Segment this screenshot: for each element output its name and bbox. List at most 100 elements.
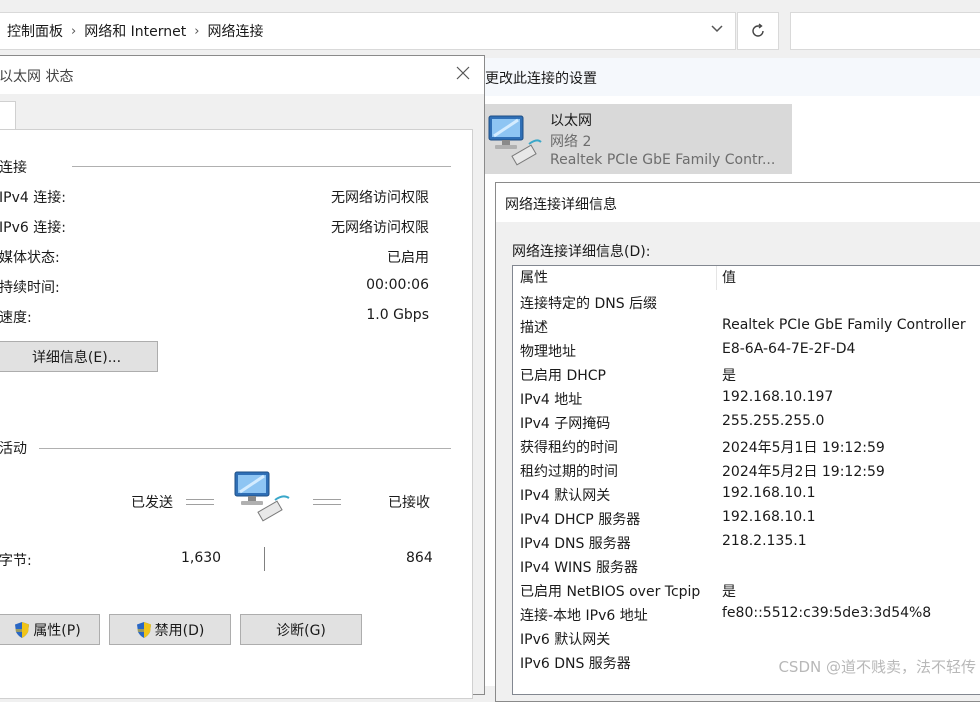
row-value: 218.2.135.1 xyxy=(722,533,807,549)
column-header-property[interactable]: 属性 xyxy=(520,266,548,290)
row-property: 已启用 NetBIOS over Tcpip xyxy=(520,584,701,600)
ethernet-status-dialog: 以太网 状态 连接 IPv4 连接: 无网络访问权限 IPv6 连接: 无网络访… xyxy=(0,55,485,699)
shield-icon xyxy=(15,621,30,638)
dialog-titlebar: 以太网 状态 xyxy=(0,56,484,94)
adapter-device: Realtek PCIe GbE Family Contr... xyxy=(550,152,776,168)
ipv4-connectivity-label: IPv4 连接: xyxy=(0,190,66,206)
breadcrumb-network-connections[interactable]: 网络连接 xyxy=(201,21,269,41)
row-property: IPv6 DNS 服务器 xyxy=(520,656,631,672)
row-value: 192.168.10.1 xyxy=(722,485,816,501)
adapter-name: 以太网 xyxy=(550,113,592,129)
table-row[interactable]: 已启用 DHCP 是 xyxy=(513,362,980,386)
table-row[interactable]: IPv6 默认网关 xyxy=(513,626,980,650)
table-row[interactable]: 已启用 NetBIOS over Tcpip 是 xyxy=(513,578,980,602)
breadcrumb-control-panel[interactable]: 控制面板 xyxy=(0,21,69,41)
table-row[interactable]: IPv4 子网掩码 255.255.255.0 xyxy=(513,410,980,434)
activity-group-title: 活动 xyxy=(0,441,27,457)
column-divider[interactable] xyxy=(716,266,717,290)
disable-button-label: 禁用(D) xyxy=(154,622,205,639)
close-icon[interactable] xyxy=(456,64,470,85)
disable-button[interactable]: 禁用(D) xyxy=(109,614,231,645)
network-adapter-icon xyxy=(488,115,542,166)
ipv4-connectivity-value: 无网络访问权限 xyxy=(331,190,429,206)
refresh-icon xyxy=(752,23,764,37)
tab-general[interactable] xyxy=(0,101,16,131)
media-state-label: 媒体状态: xyxy=(0,250,60,266)
table-row[interactable]: IPv4 默认网关 192.168.10.1 xyxy=(513,482,980,506)
table-row[interactable]: IPv4 DHCP 服务器 192.168.10.1 xyxy=(513,506,980,530)
search-input[interactable] xyxy=(790,12,980,50)
row-value: 192.168.10.1 xyxy=(722,509,816,525)
row-property: 连接特定的 DNS 后缀 xyxy=(520,296,658,312)
row-value: E8-6A-64-7E-2F-D4 xyxy=(722,341,856,357)
ipv6-connectivity-value: 无网络访问权限 xyxy=(331,220,429,236)
row-property: 租约过期的时间 xyxy=(520,464,618,480)
row-value: Realtek PCIe GbE Family Controller xyxy=(722,317,966,333)
row-value: 2024年5月2日 19:12:59 xyxy=(722,464,885,480)
connection-group-title: 连接 xyxy=(0,160,27,176)
sent-label: 已发送 xyxy=(131,495,173,511)
network-activity-icon xyxy=(234,471,290,522)
row-value: 255.255.255.0 xyxy=(722,413,825,429)
diagnose-button[interactable]: 诊断(G) xyxy=(240,614,362,645)
details-button[interactable]: 详细信息(E)... xyxy=(0,341,158,372)
shield-icon xyxy=(136,621,151,638)
watermark: CSDN @道不贱卖，法不轻传 xyxy=(778,658,976,676)
dialog-title: 以太网 状态 xyxy=(0,69,74,85)
bytes-label: 字节: xyxy=(0,553,32,569)
row-property: IPv4 子网掩码 xyxy=(520,416,611,432)
properties-button-label: 属性(P) xyxy=(33,622,81,639)
row-property: 描述 xyxy=(520,320,548,336)
properties-button[interactable]: 属性(P) xyxy=(0,614,100,645)
speed-value: 1.0 Gbps xyxy=(366,307,429,323)
column-header-value[interactable]: 值 xyxy=(722,266,736,290)
row-property: IPv4 WINS 服务器 xyxy=(520,560,638,576)
breadcrumb-network-internet[interactable]: 网络和 Internet xyxy=(78,21,192,41)
address-bar[interactable]: 控制面板 › 网络和 Internet › 网络连接 xyxy=(0,12,736,50)
chevron-down-icon[interactable] xyxy=(711,22,723,36)
row-value: 192.168.10.197 xyxy=(722,389,834,405)
table-row[interactable]: 租约过期的时间 2024年5月2日 19:12:59 xyxy=(513,458,980,482)
speed-label: 速度: xyxy=(0,310,32,326)
row-property: 获得租约的时间 xyxy=(520,440,618,456)
row-property: IPv6 默认网关 xyxy=(520,632,611,648)
table-row[interactable]: IPv4 DNS 服务器 218.2.135.1 xyxy=(513,530,980,554)
bytes-divider xyxy=(264,547,265,571)
duration-value: 00:00:06 xyxy=(366,277,429,293)
table-row[interactable]: IPv4 WINS 服务器 xyxy=(513,554,980,578)
row-value: fe80::5512:c39:5de3:3d54%8 xyxy=(722,605,932,621)
details-table[interactable]: 属性 值 连接特定的 DNS 后缀 描述 Realtek PCIe GbE Fami… xyxy=(512,265,980,695)
network-details-dialog: 网络连接详细信息 网络连接详细信息(D): 属性 值 连接特定的 DNS 后缀描… xyxy=(495,182,980,702)
details-list-label: 网络连接详细信息(D): xyxy=(512,244,651,260)
received-line xyxy=(313,499,341,505)
table-row[interactable]: 描述 Realtek PCIe GbE Family Controller xyxy=(513,314,980,338)
table-row[interactable]: 连接-本地 IPv6 地址 fe80::5512:c39:5de3:3d54%8 xyxy=(513,602,980,626)
chevron-right-icon: › xyxy=(194,23,200,39)
group-divider xyxy=(39,448,451,449)
row-property: IPv4 地址 xyxy=(520,392,583,408)
table-row[interactable]: 物理地址 E8-6A-64-7E-2F-D4 xyxy=(513,338,980,362)
received-label: 已接收 xyxy=(388,495,430,511)
bytes-sent-value: 1,630 xyxy=(181,550,222,566)
table-row[interactable]: IPv4 地址 192.168.10.197 xyxy=(513,386,980,410)
row-property: IPv4 DNS 服务器 xyxy=(520,536,631,552)
general-tab-panel: 连接 IPv4 连接: 无网络访问权限 IPv6 连接: 无网络访问权限 媒体状… xyxy=(0,129,473,699)
row-value: 2024年5月1日 19:12:59 xyxy=(722,440,885,456)
table-row[interactable]: 获得租约的时间 2024年5月1日 19:12:59 xyxy=(513,434,980,458)
row-property: 连接-本地 IPv6 地址 xyxy=(520,608,648,624)
bytes-received-value: 864 xyxy=(406,550,433,566)
ipv6-connectivity-label: IPv6 连接: xyxy=(0,220,66,236)
adapter-ethernet-item[interactable]: 以太网 网络 2 Realtek PCIe GbE Family Contr..… xyxy=(485,104,792,174)
row-value: 是 xyxy=(722,368,736,384)
table-row[interactable]: 连接特定的 DNS 后缀 xyxy=(513,290,980,314)
sent-line xyxy=(186,499,214,505)
refresh-button[interactable] xyxy=(737,12,779,50)
dialog-titlebar: 网络连接详细信息 xyxy=(496,183,980,222)
change-connection-settings-link[interactable]: 更改此连接的设置 xyxy=(485,68,597,88)
command-bar: 更改此连接的设置 xyxy=(485,58,980,96)
row-property: IPv4 默认网关 xyxy=(520,488,611,504)
adapter-network: 网络 2 xyxy=(550,134,592,150)
row-property: 物理地址 xyxy=(520,344,576,360)
chevron-right-icon: › xyxy=(71,23,77,39)
duration-label: 持续时间: xyxy=(0,280,60,296)
